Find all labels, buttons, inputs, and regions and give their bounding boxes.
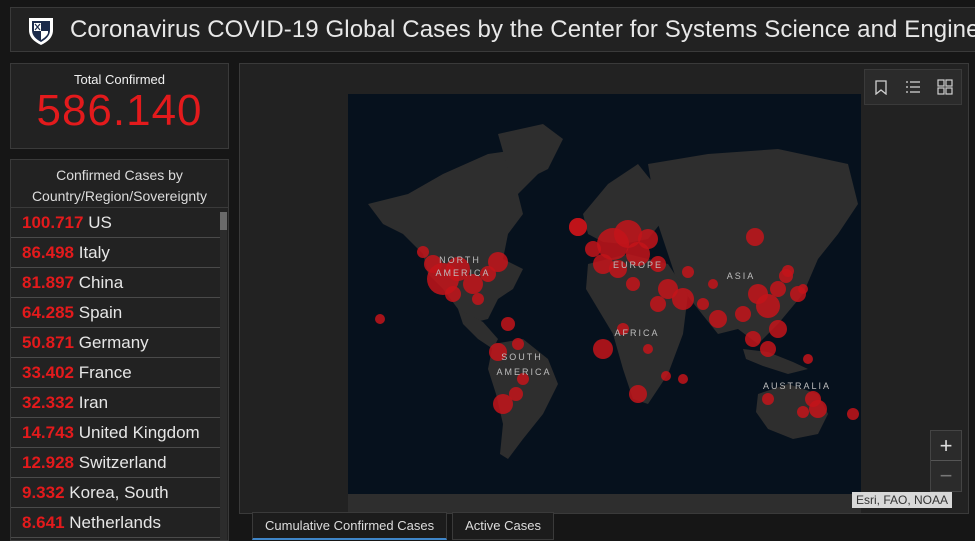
bookmark-icon[interactable]: [870, 76, 892, 98]
country-name: US: [88, 213, 112, 232]
map-widget-bar: [864, 69, 962, 105]
country-name: China: [78, 273, 124, 292]
total-confirmed-label: Total Confirmed: [73, 72, 166, 87]
basemap-gallery-icon[interactable]: [934, 76, 956, 98]
case-count: 12.928: [22, 453, 74, 472]
map-label-north-america-1: NORTH: [439, 255, 481, 265]
case-count: 100.717: [22, 213, 84, 232]
list-item[interactable]: 100.717 US: [11, 208, 221, 238]
map-label-asia: ASIA: [727, 271, 756, 281]
list-item[interactable]: 14.743 United Kingdom: [11, 418, 221, 448]
list-item[interactable]: 12.928 Switzerland: [11, 448, 221, 478]
case-count: 86.498: [22, 243, 74, 262]
zoom-control: + −: [930, 430, 962, 492]
country-name: Korea, South: [69, 483, 169, 502]
total-confirmed-value: 586.140: [36, 86, 203, 135]
list-item[interactable]: 33.402 France: [11, 358, 221, 388]
university-shield-icon: [29, 17, 53, 45]
country-list-header: Confirmed Cases by Country/Region/Sovere…: [11, 160, 228, 208]
page-title: Coronavirus COVID-19 Global Cases by the…: [70, 15, 975, 43]
list-scrollbar[interactable]: [220, 212, 227, 540]
list-item[interactable]: 81.897 China: [11, 268, 221, 298]
case-count: 81.897: [22, 273, 74, 292]
country-name: Spain: [78, 303, 123, 322]
country-name: Netherlands: [69, 513, 161, 532]
map-label-south-america-1: SOUTH: [501, 352, 543, 362]
legend-list-icon[interactable]: [902, 76, 924, 98]
zoom-out-button[interactable]: −: [931, 460, 961, 490]
country-list-panel: Confirmed Cases by Country/Region/Sovere…: [10, 159, 229, 541]
country-name: France: [78, 363, 132, 382]
country-name: Switzerland: [78, 453, 167, 472]
map-panel: NORTH AMERICA EUROPE ASIA AFRICA SOUTH A…: [239, 63, 969, 514]
map-label-australia: AUSTRALIA: [763, 381, 831, 391]
tab-cumulative-confirmed[interactable]: Cumulative Confirmed Cases: [252, 512, 448, 540]
case-count: 8.641: [22, 513, 65, 532]
list-scrollbar-thumb[interactable]: [220, 212, 227, 230]
list-item[interactable]: 32.332 Iran: [11, 388, 221, 418]
case-count: 50.871: [22, 333, 74, 352]
list-item[interactable]: 50.871 Germany: [11, 328, 221, 358]
antarctica-land: [348, 494, 861, 513]
case-count: 64.285: [22, 303, 74, 322]
map-tab-bar: Cumulative Confirmed Cases Active Cases: [252, 512, 559, 540]
zoom-in-button[interactable]: +: [931, 431, 961, 460]
country-name: Germany: [78, 333, 149, 352]
country-list-header-line1: Confirmed Cases by: [56, 167, 183, 183]
list-item[interactable]: 86.498 Italy: [11, 238, 221, 268]
list-item[interactable]: 64.285 Spain: [11, 298, 221, 328]
country-name: Iran: [78, 393, 109, 412]
map-label-africa: AFRICA: [614, 328, 659, 338]
total-confirmed-panel: Total Confirmed 586.140: [10, 63, 229, 149]
country-list[interactable]: 100.717 US 86.498 Italy 81.897 China 64.…: [11, 208, 228, 538]
list-item[interactable]: 8.641 Netherlands: [11, 508, 221, 538]
country-name: United Kingdom: [78, 423, 200, 442]
country-name: Italy: [78, 243, 110, 262]
map-label-south-america-2: AMERICA: [496, 367, 551, 377]
case-count: 9.332: [22, 483, 65, 502]
tab-active-cases[interactable]: Active Cases: [452, 512, 554, 540]
world-map[interactable]: NORTH AMERICA EUROPE ASIA AFRICA SOUTH A…: [348, 94, 861, 513]
map-label-europe: EUROPE: [613, 260, 663, 270]
case-count: 33.402: [22, 363, 74, 382]
list-item[interactable]: 9.332 Korea, South: [11, 478, 221, 508]
map-attribution[interactable]: Esri, FAO, NOAA: [852, 492, 953, 508]
country-list-header-line2: Country/Region/Sovereignty: [31, 188, 208, 204]
case-count: 14.743: [22, 423, 74, 442]
app-header: Coronavirus COVID-19 Global Cases by the…: [10, 7, 975, 52]
case-count: 32.332: [22, 393, 74, 412]
map-label-north-america-2: AMERICA: [435, 268, 490, 278]
